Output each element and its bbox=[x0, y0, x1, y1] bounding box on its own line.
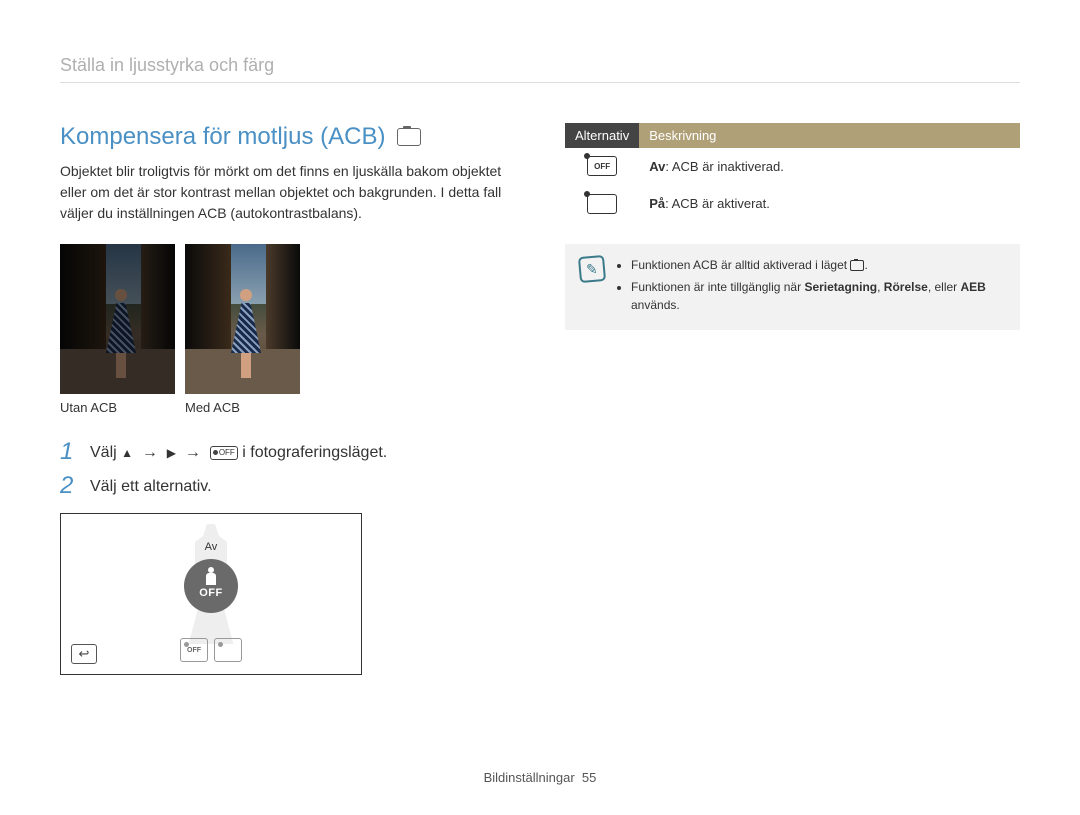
option-thumb-off[interactable]: OFF bbox=[180, 638, 208, 662]
acb-off-icon: OFF bbox=[210, 446, 238, 460]
footer: Bildinställningar 55 bbox=[0, 770, 1080, 785]
title-text: Kompensera för motljus (ACB) bbox=[60, 123, 385, 151]
th-description: Beskrivning bbox=[639, 123, 1020, 148]
table-row: OFF Av: ACB är inaktiverad. bbox=[565, 148, 1020, 184]
selected-option-label: Av bbox=[184, 541, 238, 553]
footer-section: Bildinställningar bbox=[484, 770, 575, 785]
photo-with-acb bbox=[185, 244, 300, 394]
row-desc: : ACB är inaktiverad. bbox=[665, 159, 784, 174]
note-box: ✎ Funktionen ACB är alltid aktiverad i l… bbox=[565, 244, 1020, 330]
up-arrow-icon: ▲ bbox=[121, 446, 133, 460]
camera-icon bbox=[850, 260, 864, 271]
footer-page: 55 bbox=[582, 770, 596, 785]
page-title: Kompensera för motljus (ACB) bbox=[60, 123, 515, 151]
step-number: 1 bbox=[60, 440, 80, 464]
step2-text: Välj ett alternativ. bbox=[90, 474, 515, 496]
table-row: På: ACB är aktiverat. bbox=[565, 184, 1020, 222]
note-icon: ✎ bbox=[578, 255, 606, 283]
intro-paragraph: Objektet blir troligtvis för mörkt om de… bbox=[60, 161, 515, 224]
breadcrumb: Ställa in ljusstyrka och färg bbox=[60, 55, 1020, 83]
step-number: 2 bbox=[60, 474, 80, 498]
option-thumb-on[interactable] bbox=[214, 638, 242, 662]
note-line-2: Funktionen är inte tillgänglig när Serie… bbox=[631, 278, 1006, 314]
selected-option-pill[interactable]: Av OFF bbox=[184, 559, 238, 613]
caption-without-acb: Utan ACB bbox=[60, 400, 175, 415]
step-1: 1 Välj ▲ → ▶ → OFF i fotograferingsläget… bbox=[60, 440, 515, 464]
photo-without-acb bbox=[60, 244, 175, 394]
right-chevron-icon: ▶ bbox=[167, 446, 176, 460]
selected-option-icon-text: OFF bbox=[199, 587, 223, 599]
caption-with-acb: Med ACB bbox=[185, 400, 300, 415]
camera-mode-icon bbox=[397, 128, 421, 146]
acb-off-icon: OFF bbox=[587, 156, 617, 176]
acb-on-icon bbox=[587, 194, 617, 214]
step-2: 2 Välj ett alternativ. bbox=[60, 474, 515, 498]
camera-screen: Av OFF OFF ↩ bbox=[60, 513, 362, 675]
options-table: Alternativ Beskrivning OFF Av: ACB är in… bbox=[565, 123, 1020, 222]
row-desc: : ACB är aktiverat. bbox=[665, 196, 770, 211]
step1-suffix: i fotograferingsläget. bbox=[242, 444, 387, 461]
note-line-1: Funktionen ACB är alltid aktiverad i läg… bbox=[631, 256, 1006, 274]
step1-prefix: Välj bbox=[90, 444, 121, 461]
row-bold: På bbox=[649, 196, 665, 211]
row-bold: Av bbox=[649, 159, 665, 174]
back-button[interactable]: ↩ bbox=[71, 644, 97, 664]
th-option: Alternativ bbox=[565, 123, 639, 148]
example-photos: Utan ACB Med ACB bbox=[60, 244, 515, 415]
